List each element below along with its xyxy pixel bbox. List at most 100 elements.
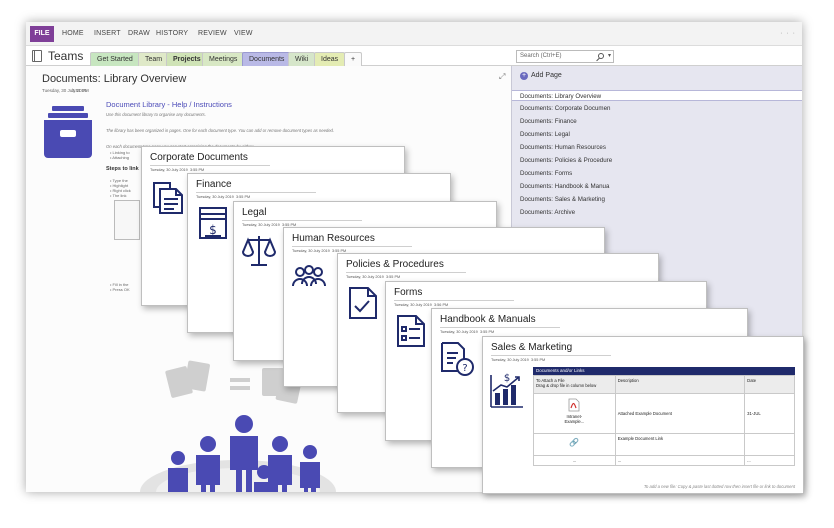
help-title: Document Library - Help / Instructions — [106, 100, 232, 109]
title-rule — [346, 272, 466, 273]
attached-file-cell[interactable]: Intranet- Example... — [533, 393, 616, 434]
header-description: Description — [614, 375, 746, 394]
ribbon-tab-home[interactable]: HOME — [62, 30, 84, 37]
date-cell — [744, 433, 795, 456]
card-time: 3:55 PM — [480, 330, 495, 334]
description-cell: ... — [614, 455, 746, 466]
table-row: 🔗 Example Document Link — [533, 433, 795, 456]
svg-text:$: $ — [504, 373, 510, 384]
file-cabinet-icon — [44, 106, 92, 158]
card-time: 3:55 PM — [531, 358, 546, 362]
header-attach: To Attach a File Drag & drop file in col… — [533, 375, 616, 394]
page-item-handbook[interactable]: Documents: Handbook & Manua — [512, 181, 802, 192]
people-icon — [292, 265, 326, 287]
file-cell: ... — [533, 455, 616, 466]
help-line: The library has been organized in pages.… — [106, 128, 335, 133]
search-icon[interactable] — [598, 53, 604, 59]
link-cell[interactable]: 🔗 — [533, 433, 616, 456]
card-date: Tuesday, 30 July 2019 — [491, 358, 529, 362]
page-item-human-resources[interactable]: Documents: Human Resources — [512, 142, 802, 153]
expand-icon[interactable]: ⤢ — [499, 72, 505, 82]
page-item-legal[interactable]: Documents: Legal — [512, 129, 802, 140]
tab-get-started[interactable]: Get Started — [90, 52, 140, 66]
ribbon-tab-history[interactable]: HISTORY — [156, 30, 188, 37]
card-title: Policies & Procedures — [346, 259, 444, 270]
add-page-button[interactable]: + Add Page — [520, 72, 562, 80]
pdf-file-icon[interactable] — [568, 398, 580, 412]
page-item-archive[interactable]: Documents: Archive — [512, 207, 802, 218]
step-bullet: • Press OK — [110, 287, 130, 292]
title-rule — [394, 300, 514, 301]
title-rule — [196, 192, 316, 193]
page-item-corporate[interactable]: Documents: Corporate Documen — [512, 103, 802, 114]
question-doc-icon: ? — [441, 342, 474, 376]
title-rule — [491, 355, 611, 356]
ribbon-tab-review[interactable]: REVIEW — [198, 30, 227, 37]
ribbon: FILE HOME INSERT DRAW HISTORY REVIEW VIE… — [26, 22, 802, 46]
card-date: Tuesday, 30 July 2019 — [440, 330, 478, 334]
add-page-label: Add Page — [531, 72, 562, 79]
notebook-icon — [32, 50, 42, 62]
attached-file-name: Intranet- Example... — [564, 414, 585, 424]
documents-icon — [153, 182, 183, 214]
page-item-sales-marketing[interactable]: Documents: Sales & Marketing — [512, 194, 802, 205]
invoice-icon: $ — [199, 207, 227, 239]
tab-wiki[interactable]: Wiki — [288, 52, 316, 66]
notebook-name[interactable]: Teams — [48, 49, 83, 63]
scales-icon — [241, 236, 277, 266]
search-input[interactable]: Search (Ctrl+E) ▾ — [516, 50, 614, 63]
tab-ideas[interactable]: Ideas — [314, 52, 346, 66]
search-placeholder: Search (Ctrl+E) — [520, 53, 562, 59]
help-bullet: • Attaching — [110, 155, 129, 160]
card-time: 3:55 PM — [236, 195, 251, 199]
header-date: Date — [744, 375, 795, 394]
link-icon[interactable]: 🔗 — [536, 438, 613, 447]
ribbon-tab-draw[interactable]: DRAW — [128, 30, 150, 37]
title-rule — [242, 220, 362, 221]
title-rule — [440, 327, 560, 328]
page-item-forms[interactable]: Documents: Forms — [512, 168, 802, 179]
add-section-button[interactable]: + — [344, 52, 363, 66]
card-date: Tuesday, 30 July 2019 — [346, 275, 384, 279]
ribbon-options-icon[interactable]: · · · — [780, 30, 796, 37]
svg-text:?: ? — [462, 363, 467, 374]
ribbon-tab-insert[interactable]: INSERT — [94, 30, 121, 37]
card-title: Finance — [196, 179, 232, 190]
help-line: Use this document library to organise an… — [106, 112, 206, 117]
example-screenshot-thumbnail — [114, 200, 140, 240]
card-date: Tuesday, 30 July 2019 — [292, 249, 330, 253]
page-title[interactable]: Documents: Library Overview — [42, 73, 186, 85]
checklist-icon — [349, 287, 377, 319]
file-tab[interactable]: FILE — [30, 26, 54, 42]
footer-note: To add a new file: Copy & paste last dot… — [643, 484, 795, 489]
card-date: Tuesday, 30 July 2019 — [150, 168, 188, 172]
card-date: Tuesday, 30 July 2019 — [394, 303, 432, 307]
card-title: Handbook & Manuals — [440, 314, 536, 325]
tab-team[interactable]: Team — [138, 52, 170, 66]
documents-table-caption: Documents and/or Links — [533, 367, 795, 375]
card-date: Tuesday, 30 July 2019 — [242, 223, 280, 227]
page-item-finance[interactable]: Documents: Finance — [512, 116, 802, 127]
card-title: Corporate Documents — [150, 152, 248, 163]
page-item-library-overview[interactable]: Documents: Library Overview — [512, 90, 802, 101]
card-title: Sales & Marketing — [491, 342, 573, 353]
date-cell: 31-JUL — [744, 393, 795, 434]
card-time: 3:55 PM — [190, 168, 205, 172]
steps-title: Steps to link — [106, 166, 139, 172]
ribbon-tab-view[interactable]: VIEW — [234, 30, 253, 37]
form-icon — [397, 315, 425, 347]
tab-documents[interactable]: Documents — [242, 52, 292, 66]
plus-icon: + — [520, 72, 528, 80]
page-item-policies[interactable]: Documents: Policies & Procedure — [512, 155, 802, 166]
page-time: 3:51 PM — [72, 88, 89, 93]
step-bullet: • The link — [110, 193, 127, 198]
title-rule — [292, 246, 412, 247]
tab-meetings[interactable]: Meetings — [202, 52, 245, 66]
title-rule — [150, 165, 270, 166]
table-header-row: To Attach a File Drag & drop file in col… — [533, 375, 795, 394]
card-date: Tuesday, 30 July 2019 — [196, 195, 234, 199]
search-scope-chevron-icon[interactable]: ▾ — [608, 51, 611, 62]
card-time: 3:55 PM — [386, 275, 401, 279]
svg-text:$: $ — [209, 223, 217, 237]
date-cell: ... — [744, 455, 795, 466]
